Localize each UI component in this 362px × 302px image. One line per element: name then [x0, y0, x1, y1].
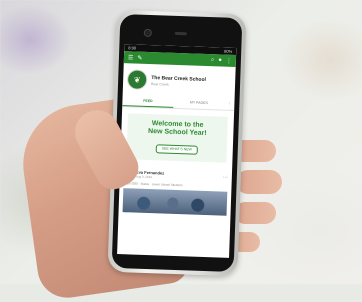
school-subtitle: Bear Creek — [150, 81, 169, 87]
phone-screen: 8:00 80% ☰ ✎ ⌕ ● ⋮ ❦ The Bear Creek Scho… — [117, 44, 237, 258]
more-icon[interactable]: ⋮ — [226, 57, 232, 64]
pencil-icon[interactable]: ✎ — [137, 54, 142, 61]
search-icon[interactable]: ⌕ — [211, 57, 215, 64]
phone-bezel: 8:00 80% ☰ ✎ ⌕ ● ⋮ ❦ The Bear Creek Scho… — [111, 13, 243, 273]
status-time: 8:00 — [128, 45, 137, 51]
phone: 8:00 80% ☰ ✎ ⌕ ● ⋮ ❦ The Bear Creek Scho… — [107, 9, 247, 277]
tab-bar: FEED MY PAGES ⋮ — [122, 95, 235, 111]
tab-my-pages[interactable]: MY PAGES — [173, 97, 224, 110]
menu-icon[interactable]: ☰ — [128, 54, 134, 61]
post-more-icon[interactable]: ⋯ — [223, 174, 228, 180]
tab-feed[interactable]: FEED — [122, 95, 174, 108]
school-header: ❦ The Bear Creek School Bear Creek — [123, 63, 236, 97]
front-camera — [143, 28, 152, 38]
speaker-grille — [174, 31, 187, 36]
finger — [236, 170, 282, 194]
welcome-banner: Welcome to the New School Year! SEE WHAT… — [126, 113, 228, 163]
finger — [234, 202, 276, 224]
school-logo: ❦ — [126, 69, 148, 90]
tabs-more-icon[interactable]: ⋮ — [224, 99, 234, 110]
bell-icon[interactable]: ● — [218, 57, 222, 63]
see-whats-new-button[interactable]: SEE WHAT'S NEW — [155, 143, 199, 155]
status-battery: 80% — [224, 48, 233, 54]
post-photo[interactable] — [122, 188, 228, 216]
